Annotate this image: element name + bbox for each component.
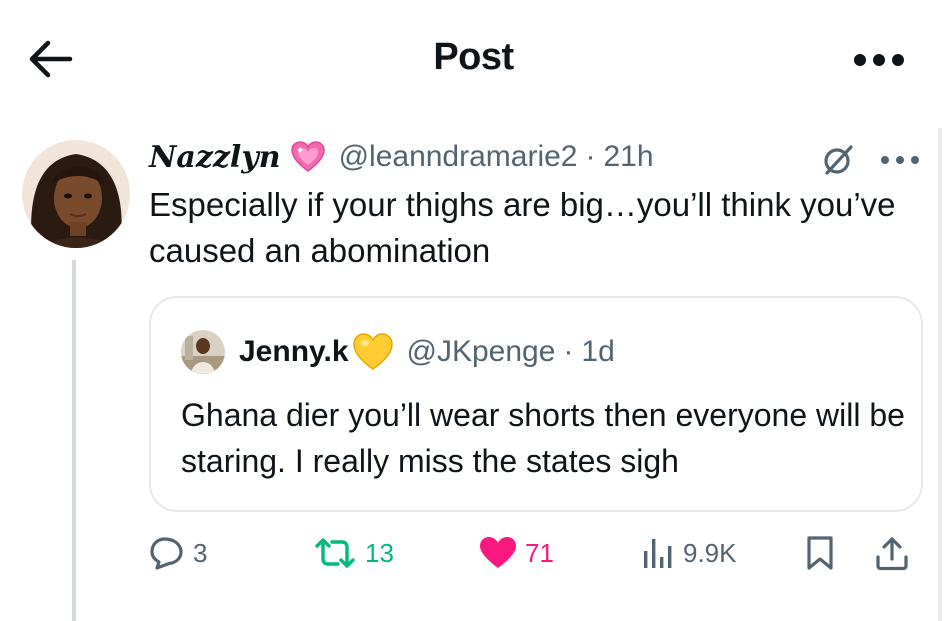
like-count: 71 [525,537,554,568]
more-horizontal-icon [854,54,904,66]
views-icon [641,537,675,569]
quote-avatar[interactable] [181,330,225,374]
quote-handle[interactable]: @JKpenge [407,335,556,369]
more-horizontal-icon [881,156,919,164]
sparkling-heart-icon [290,141,325,173]
heart-icon [479,536,517,570]
bookmark-icon [805,535,835,571]
separator-dot: · [585,140,596,173]
more-options-button[interactable] [850,40,908,80]
quoted-post-card[interactable]: Jenny.k @JKpenge · 1d Ghana dier you’ll … [149,296,923,512]
share-icon [875,535,909,571]
quote-header: Jenny.k @JKpenge · 1d [239,332,615,372]
post-timestamp[interactable]: 21h [604,140,654,174]
page-title: Post [433,36,514,78]
share-button[interactable] [875,530,909,576]
top-bar: Post [0,0,947,118]
yellow-heart-icon [352,333,393,371]
repost-count: 13 [365,537,394,568]
reply-count: 3 [193,537,208,568]
post-text: Especially if your thighs are big…you’ll… [149,186,896,269]
views-count: 9.9K [683,537,737,568]
quote-timestamp[interactable]: 1d [581,335,614,369]
action-bar: 3 13 71 9.9K [149,530,923,576]
grok-icon [824,145,853,175]
repost-button[interactable]: 13 [313,530,394,576]
like-button[interactable]: 71 [479,530,554,576]
separator-dot: · [563,335,574,368]
grok-button[interactable] [818,140,858,180]
avatar[interactable] [22,140,130,248]
author-handle[interactable]: @leanndramarie2 [339,140,578,174]
quote-display-name[interactable]: Jenny.k [239,335,349,369]
reply-icon [149,536,185,570]
views-button[interactable]: 9.9K [641,530,737,576]
reply-button[interactable]: 3 [149,530,207,576]
bookmark-button[interactable] [805,530,835,576]
post-more-button[interactable] [878,142,922,178]
repost-icon [313,537,357,569]
author-display-name[interactable]: Nazzlyn [149,140,281,175]
scroll-edge [938,128,942,621]
quote-text: Ghana dier you’ll wear shorts then every… [181,397,905,479]
post-header: Nazzlyn @leanndramarie2 · 21h [149,136,654,178]
thread-connector-line [72,260,76,621]
